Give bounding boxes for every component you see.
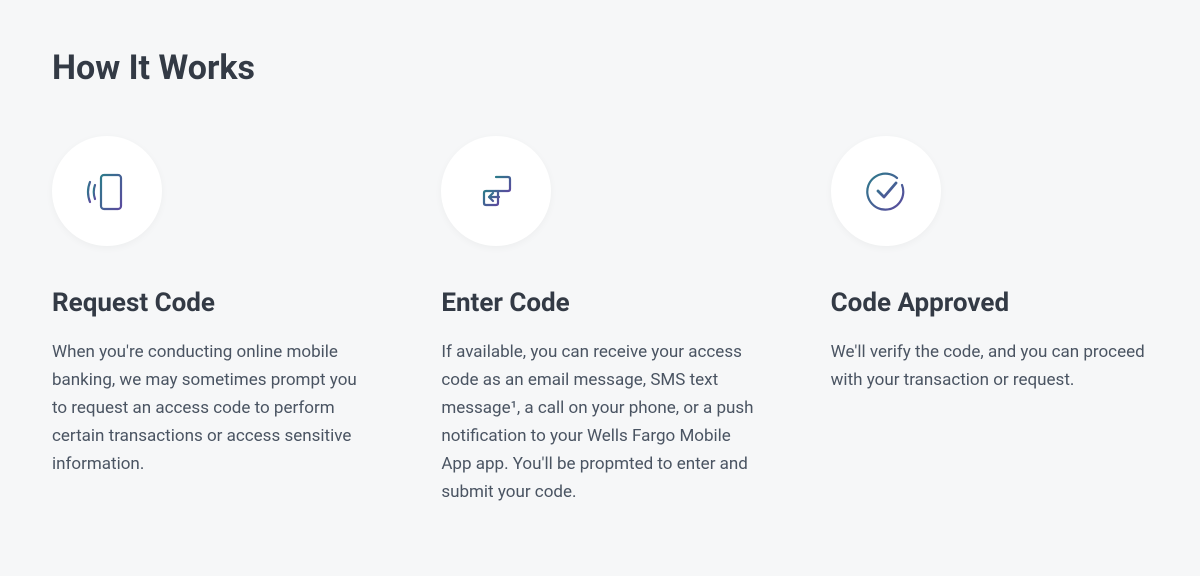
step-title: Request Code [52, 288, 369, 318]
step-title: Enter Code [441, 288, 758, 318]
phone-signal-icon [79, 163, 135, 219]
step-request-code: Request Code When you're conducting onli… [52, 136, 369, 506]
icon-circle [831, 136, 941, 246]
icon-circle [441, 136, 551, 246]
section-title: How It Works [52, 48, 1148, 88]
step-code-approved: Code Approved We'll verify the code, and… [831, 136, 1148, 506]
step-description: If available, you can receive your acces… [441, 338, 758, 506]
check-circle-icon [858, 163, 914, 219]
icon-circle [52, 136, 162, 246]
enter-code-icon [468, 163, 524, 219]
step-title: Code Approved [831, 288, 1148, 318]
steps-row: Request Code When you're conducting onli… [52, 136, 1148, 506]
step-description: When you're conducting online mobile ban… [52, 338, 369, 478]
step-enter-code: Enter Code If available, you can receive… [441, 136, 758, 506]
step-description: We'll verify the code, and you can proce… [831, 338, 1148, 394]
